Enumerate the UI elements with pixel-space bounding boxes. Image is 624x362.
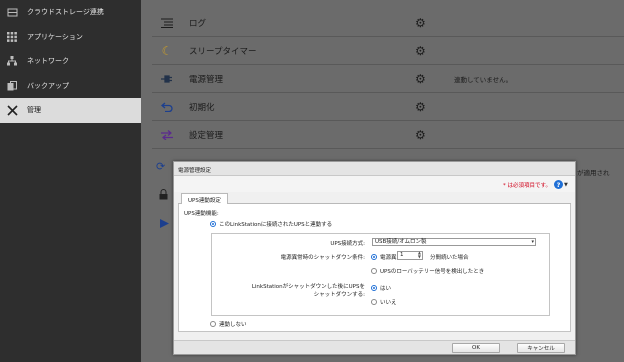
radio-button[interactable] [371,254,377,260]
row-label: 電源管理 [189,74,224,85]
cloud-icon [6,6,18,18]
select-value: USB接続/オムロン製 [375,239,427,245]
ups-shutdown-label-1: LinkStationがシャットダウンした後にUPSを [251,284,365,290]
status-text: 連動していません。 [454,75,513,84]
lock-icon [159,189,168,203]
gear-icon[interactable]: ⚙ [415,100,426,114]
tools-icon [6,104,18,116]
help-button[interactable]: ? ▼ [554,179,570,190]
plug-icon [157,74,177,84]
cancel-button[interactable]: キャンセル [517,343,565,353]
sidebar-item-applications[interactable]: アプリケーション [0,25,141,50]
reset-icon [157,102,177,112]
conn-method-select[interactable]: USB接続/オムロン製 ▾ [372,238,536,246]
grid-icon [6,31,18,43]
gear-icon[interactable]: ⚙ [415,128,426,142]
sidebar-item-label: クラウドストレージ連携 [27,8,104,17]
ok-button[interactable]: OK [452,343,500,353]
dialog-header: * は必須項目です。 ? ▼ [174,176,575,192]
power-management-dialog: 電源管理設定 * は必須項目です。 ? ▼ UPS連動設定 UPS連動機能: こ… [173,161,576,355]
question-icon: ? [554,180,563,189]
sidebar-item-label: ネットワーク [27,57,69,66]
tab-ups-settings[interactable]: UPS連動設定 [181,193,228,204]
sidebar-item-backup[interactable]: バックアップ [0,74,141,99]
required-note: * は必須項目です。 [503,183,551,189]
gear-icon[interactable]: ⚙ [415,72,426,86]
radio-ups-linked[interactable]: このLinkStationに接続されたUPSと連動する [210,220,332,228]
radio-button[interactable] [371,268,377,274]
flag-icon [160,219,169,230]
backup-icon [6,80,18,92]
row-label: 初期化 [189,102,215,113]
radio-button[interactable] [371,299,377,305]
minutes-stepper[interactable]: 1 ▲ ▼ [397,251,423,260]
shutdown-cond-label: 電源異常時のシャットダウン条件: [280,255,365,261]
moon-icon: ☾ [161,43,173,58]
settings-row-log[interactable]: ログ ⚙ [152,9,624,37]
transfer-icon [157,129,177,140]
chevron-down-icon: ▼ [564,181,568,188]
sidebar-item-label: アプリケーション [27,32,83,41]
radio-button[interactable] [210,221,216,227]
sidebar-item-label: バックアップ [27,81,69,90]
row-label: 設定管理 [189,130,224,141]
chevron-down-icon: ▾ [531,239,534,245]
radio-yes[interactable]: はい [371,284,391,292]
sidebar-item-cloud-storage[interactable]: クラウドストレージ連携 [0,0,141,25]
radio-no[interactable]: いいえ [371,298,397,306]
conn-label: UPS接続方式: [330,241,365,247]
radio-button[interactable] [210,321,216,327]
radio-low-battery[interactable]: UPSのローバッテリー信号を検出したとき [371,267,484,275]
dialog-content: UPS連動機能: このLinkStationに接続されたUPSと連動する UPS… [178,204,571,332]
radio-label: このLinkStationに接続されたUPSと連動する [219,222,333,228]
radio-not-linked[interactable]: 連動しない [210,320,247,328]
radio-button[interactable] [371,285,377,291]
sidebar-item-management[interactable]: 管理 [0,98,141,123]
radio-label: いいえ [380,300,397,306]
radio-label: 連動しない [219,322,247,328]
ups-settings-box: UPS接続方式: USB接続/オムロン製 ▾ 電源異常時のシャットダウン条件: … [211,233,550,316]
settings-row-initialize[interactable]: 初期化 ⚙ [152,93,624,121]
dialog-title: 電源管理設定 [174,162,575,176]
ups-shutdown-label-2: シャットダウンする: [313,292,365,298]
radio-label: UPSのローバッテリー信号を検出したとき [380,269,485,275]
row-label: スリープタイマー [189,46,257,57]
minutes-suffix: 分間続いた場合 [430,255,469,261]
tab-bar: UPS連動設定 [178,193,571,204]
settings-row-power-management[interactable]: 電源管理 ⚙ 連動していません。 [152,65,624,93]
status-text-partial: が適用され [577,169,610,177]
refresh-icon: ⟳ [156,160,166,173]
section-label: UPS連動機能: [184,211,219,217]
gear-icon[interactable]: ⚙ [415,16,426,30]
row-label: ログ [189,18,207,29]
settings-row-config-management[interactable]: 設定管理 ⚙ [152,121,624,149]
stepper-value: 1 [400,252,404,258]
gear-icon[interactable]: ⚙ [415,44,426,58]
spinner-arrows-icon[interactable]: ▲ ▼ [418,251,421,259]
sidebar: クラウドストレージ連携 アプリケーション ネットワーク バックアップ 管理 [0,0,141,362]
dialog-footer: OK キャンセル [174,340,575,354]
radio-label: はい [380,286,392,292]
network-icon [6,55,18,67]
settings-row-sleep-timer[interactable]: ☾ スリープタイマー ⚙ [152,37,624,65]
log-icon [157,18,177,28]
sidebar-item-label: 管理 [27,106,41,115]
sidebar-item-network[interactable]: ネットワーク [0,49,141,74]
